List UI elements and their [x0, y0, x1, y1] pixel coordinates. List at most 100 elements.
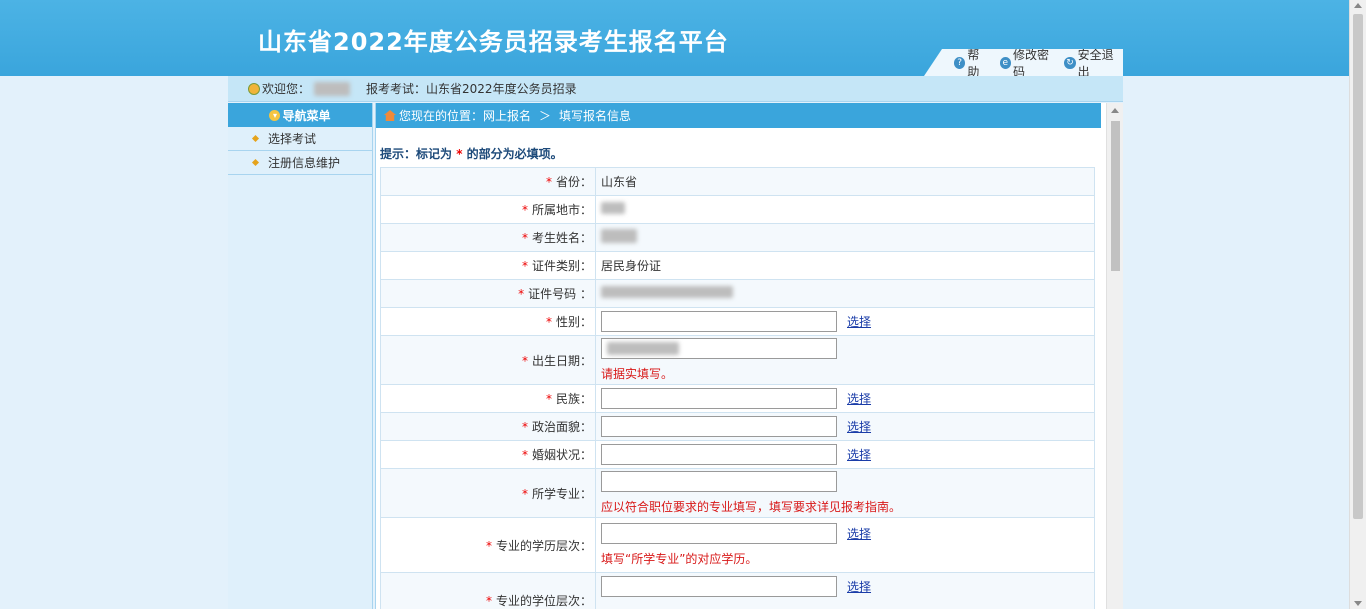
city-redacted — [601, 202, 625, 214]
form-row-education-level: * 专业的学历层次： 选择 填写“所学专业”的对应学历。 — [380, 517, 1095, 573]
form-row-major: * 所学专业： 应以符合职位要求的专业填写，填写要求详见报考指南。 — [380, 468, 1095, 518]
sidebar-item-registration-info[interactable]: 注册信息维护 — [228, 151, 372, 175]
birthday-note: 请据实填写。 — [601, 367, 674, 381]
logout-link[interactable]: ↻ 安全退出 — [1064, 47, 1123, 79]
sidebar-title: ▾ 导航菜单 — [228, 103, 372, 127]
form-row-province: * 省份： 山东省 — [380, 167, 1095, 196]
breadcrumb-online-registration[interactable]: 网上报名 — [483, 107, 531, 124]
label-text: 所属地市： — [531, 203, 592, 217]
form-row-birthday: * 出生日期： 请据实填写。 — [380, 335, 1095, 385]
form-label: * 证件号码 ： — [380, 279, 596, 308]
label-text: 证件号码 ： — [528, 287, 592, 301]
required-star: * — [545, 315, 552, 329]
education-level-input[interactable] — [601, 523, 837, 544]
scroll-up-icon[interactable] — [1111, 108, 1119, 113]
change-password-label: 修改密码 — [1012, 47, 1049, 79]
chevron-down-icon: ▾ — [269, 109, 281, 121]
gender-select-link[interactable]: 选择 — [847, 315, 871, 329]
sidebar-item-select-exam[interactable]: 选择考试 — [228, 127, 372, 151]
form-value: 选择 — [595, 412, 1095, 441]
change-password-link[interactable]: e 修改密码 — [999, 47, 1059, 79]
birthday-wrap: 请据实填写。 — [601, 336, 1094, 384]
help-link[interactable]: ? 帮 助 — [954, 47, 994, 79]
form-label: * 政治面貌： — [380, 412, 596, 441]
major-input[interactable] — [601, 471, 837, 492]
political-status-select-link[interactable]: 选择 — [847, 420, 871, 434]
edit-icon: e — [999, 56, 1011, 69]
education-level-select-link[interactable]: 选择 — [847, 527, 871, 541]
education-level-wrap: 选择 填写“所学专业”的对应学历。 — [601, 521, 1094, 569]
label-text: 所学专业： — [531, 486, 592, 501]
form-label: * 考生姓名： — [380, 223, 596, 252]
label-text: 民族： — [555, 392, 592, 406]
username-redacted — [314, 81, 351, 96]
required-star: * — [521, 420, 528, 434]
form-row-political-status: * 政治面貌： 选择 — [380, 412, 1095, 441]
marital-status-input[interactable] — [601, 444, 837, 465]
form-row-name: * 考生姓名： — [380, 223, 1095, 252]
welcome-bar: 欢迎您： 报考考试： 山东省2022年度公务员招录 — [228, 76, 1123, 102]
political-status-input[interactable] — [601, 416, 837, 437]
scroll-up-icon[interactable] — [1354, 3, 1362, 8]
breadcrumb: 您现在的位置： 网上报名 ＞ 填写报名信息 — [376, 103, 1101, 128]
form-label: * 性别： — [380, 307, 596, 336]
sidebar-title-label: 导航菜单 — [282, 108, 331, 123]
label-text: 性别： — [555, 315, 592, 329]
logout-label: 安全退出 — [1077, 47, 1114, 79]
major-note: 应以符合职位要求的专业填写，填写要求详见报考指南。 — [601, 500, 902, 514]
sidebar-item-label: 注册信息维护 — [268, 156, 341, 170]
degree-level-select-link[interactable]: 选择 — [847, 580, 871, 594]
form-value — [595, 195, 1095, 224]
required-star: * — [485, 593, 492, 608]
breadcrumb-current: 填写报名信息 — [559, 109, 632, 123]
sidebar: ▾ 导航菜单 选择考试 注册信息维护 — [228, 103, 373, 609]
form-value: 应以符合职位要求的专业填写，填写要求详见报考指南。 — [595, 468, 1095, 518]
page-title: 山东省2022年度公务员招录考生报名平台 — [258, 28, 729, 56]
page-scrollbar[interactable] — [1349, 0, 1366, 609]
form-value: 选择 — [595, 572, 1095, 609]
required-star: * — [521, 231, 528, 245]
form-label: * 证件类别： — [380, 251, 596, 280]
marital-status-select-link[interactable]: 选择 — [847, 448, 871, 462]
required-star: * — [485, 538, 492, 553]
form-label: * 出生日期： — [380, 335, 596, 385]
form-row-id-type: * 证件类别： 居民身份证 — [380, 251, 1095, 280]
id-number-redacted — [601, 286, 733, 298]
required-star: * — [545, 392, 552, 406]
scroll-down-icon[interactable] — [1354, 601, 1362, 606]
required-star: * — [521, 203, 528, 217]
help-icon: ? — [954, 56, 966, 69]
required-star: * — [456, 147, 463, 161]
label-text: 证件类别： — [531, 259, 592, 273]
scroll-thumb[interactable] — [1111, 121, 1120, 271]
logout-icon: ↻ — [1064, 56, 1076, 69]
required-star: * — [521, 486, 528, 501]
required-star: * — [521, 353, 528, 368]
form-label: * 婚姻状况： — [380, 440, 596, 469]
required-star: * — [521, 448, 528, 462]
content-scrollbar[interactable] — [1106, 103, 1123, 609]
form-value: 选择 — [595, 440, 1095, 469]
education-level-note: 填写“所学专业”的对应学历。 — [601, 552, 758, 566]
page-scroll-thumb[interactable] — [1353, 14, 1363, 519]
page-header: 山东省2022年度公务员招录考生报名平台 — [0, 0, 1349, 76]
help-link-label: 帮 助 — [967, 47, 980, 79]
hint-text-pre: 提示：标记为 — [380, 147, 453, 161]
ethnicity-input[interactable] — [601, 388, 837, 409]
form-value: 选择 填写“所学专业”的对应学历。 — [595, 517, 1095, 573]
required-star: * — [545, 175, 552, 189]
form-row-city: * 所属地市： — [380, 195, 1095, 224]
degree-level-input[interactable] — [601, 576, 837, 597]
form-row-ethnicity: * 民族： 选择 — [380, 384, 1095, 413]
breadcrumb-separator: ＞ — [539, 109, 552, 123]
major-wrap: 应以符合职位要求的专业填写，填写要求详见报考指南。 — [601, 469, 1094, 517]
label-text: 考生姓名： — [531, 231, 592, 245]
exam-label: 报考考试： — [366, 82, 427, 96]
ethnicity-select-link[interactable]: 选择 — [847, 392, 871, 406]
main-panel: 您现在的位置： 网上报名 ＞ 填写报名信息 提示：标记为 * 的部分为必填项。 … — [375, 103, 1123, 609]
label-text: 出生日期： — [531, 353, 592, 368]
id-type-value: 居民身份证 — [601, 259, 662, 273]
label-text: 省份： — [555, 175, 592, 189]
form-row-gender: * 性别： 选择 — [380, 307, 1095, 336]
gender-input[interactable] — [601, 311, 837, 332]
